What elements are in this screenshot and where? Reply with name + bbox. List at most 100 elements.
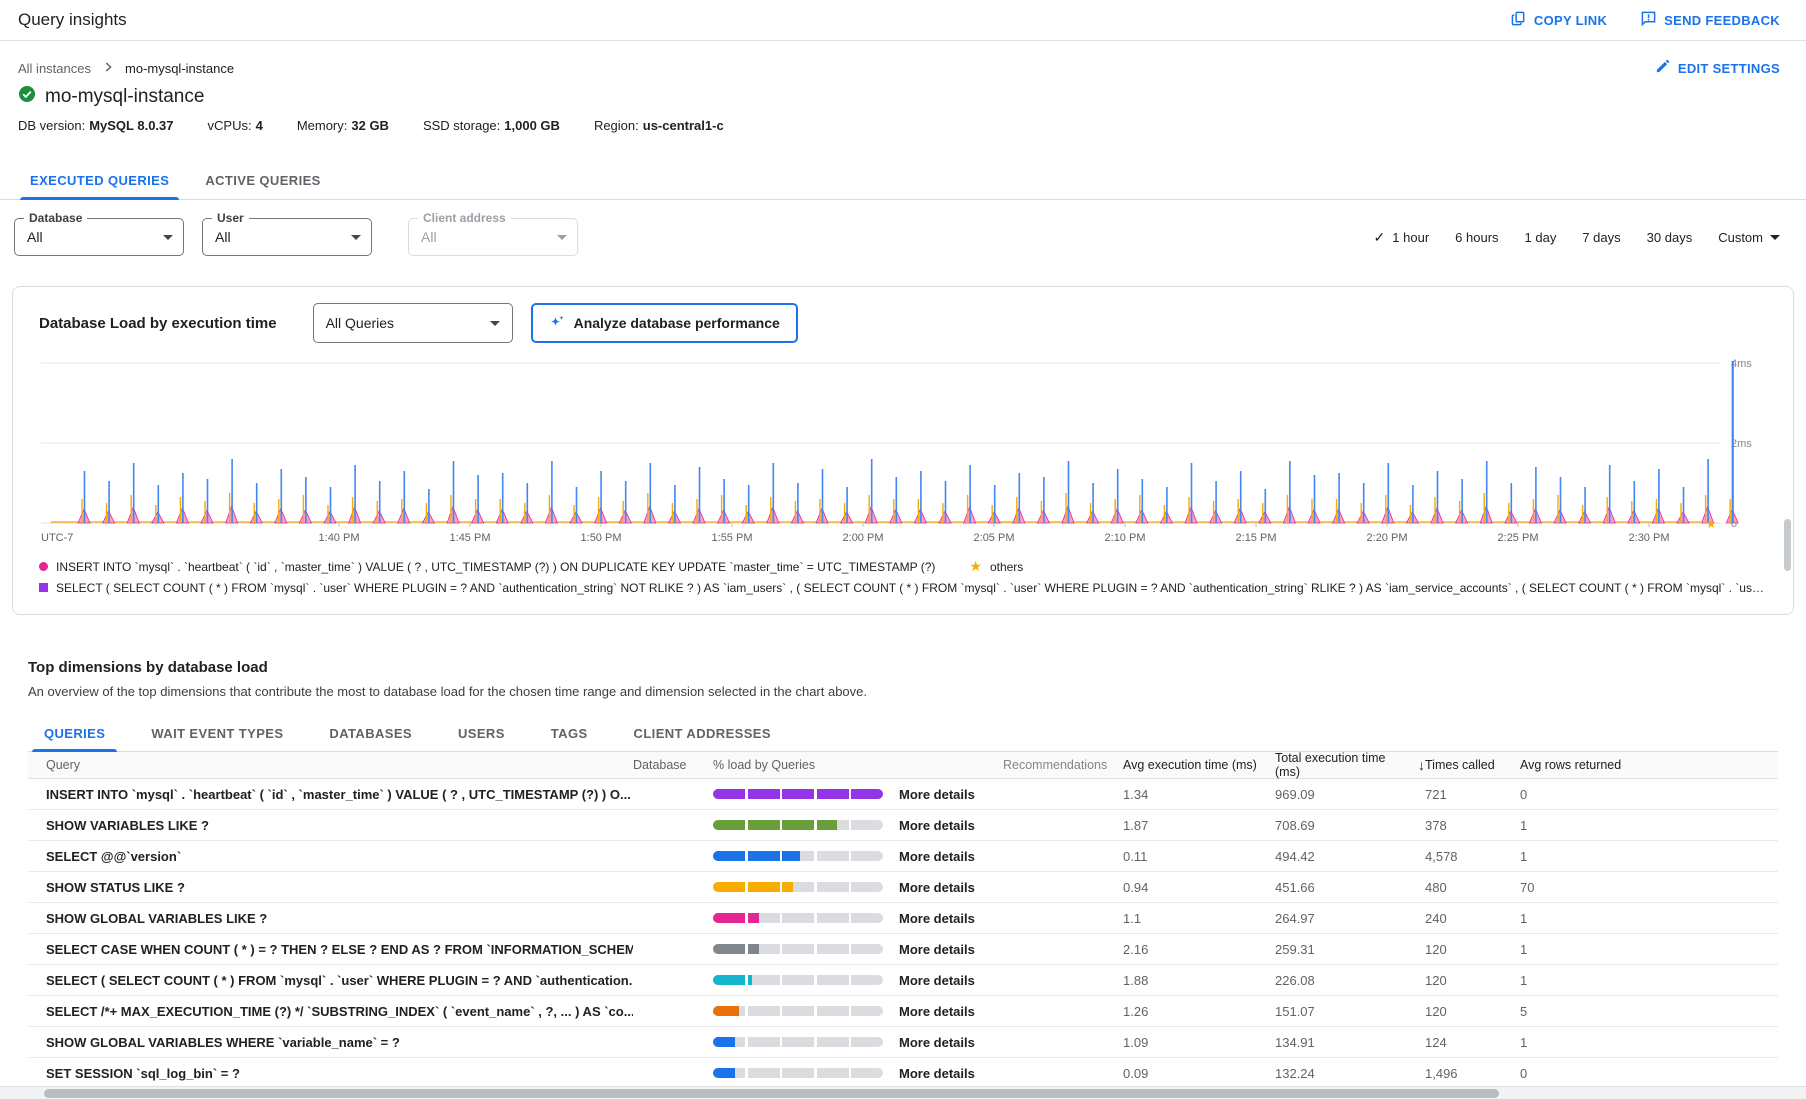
column-load[interactable]: % load by Queries [713,758,1003,772]
table-row[interactable]: INSERT INTO `mysql` . `heartbeat` ( `id`… [28,779,1778,810]
table-row[interactable]: SELECT /*+ MAX_EXECUTION_TIME (?) */ `SU… [28,996,1778,1027]
avg-execution-time-value: 0.09 [1123,1066,1275,1081]
tab-databases[interactable]: DATABASES [313,717,428,751]
query-text[interactable]: SELECT CASE WHEN COUNT ( * ) = ? THEN ? … [28,942,633,957]
table-row[interactable]: SHOW GLOBAL VARIABLES WHERE `variable_na… [28,1027,1778,1058]
more-details-link[interactable]: More details [899,849,975,864]
user-filter-select[interactable]: User All [202,218,372,256]
times-called-value: 721 [1425,787,1520,802]
query-text[interactable]: SET SESSION `sql_log_bin` = ? [28,1066,633,1081]
total-execution-time-value: 259.31 [1275,942,1425,957]
horizontal-scrollbar[interactable] [0,1086,1806,1099]
load-bar-segment [782,882,814,892]
times-called-value: 120 [1425,942,1520,957]
tab-executed-queries[interactable]: EXECUTED QUERIES [12,163,187,199]
more-details-link[interactable]: More details [899,1035,975,1050]
more-details-link[interactable]: More details [899,973,975,988]
send-feedback-label: SEND FEEDBACK [1664,13,1780,28]
query-text[interactable]: SHOW VARIABLES LIKE ? [28,818,633,833]
tab-queries[interactable]: QUERIES [28,717,121,751]
time-range-6-hours[interactable]: 6 hours [1455,230,1498,245]
more-details-link[interactable]: More details [899,787,975,802]
detail-vcpus: vCPUs:4 [208,118,263,133]
table-row[interactable]: SHOW GLOBAL VARIABLES LIKE ? More details… [28,903,1778,934]
column-avg-execution-time[interactable]: Avg execution time (ms) [1123,758,1275,772]
column-query[interactable]: Query [28,758,633,772]
query-text[interactable]: SELECT /*+ MAX_EXECUTION_TIME (?) */ `SU… [28,1004,633,1019]
load-bar-segment [748,1068,780,1078]
times-called-value: 480 [1425,880,1520,895]
time-range-1-hour[interactable]: ✓ 1 hour [1374,229,1430,246]
load-bar-segment [851,851,883,861]
tab-wait-event-types[interactable]: WAIT EVENT TYPES [135,717,299,751]
tab-users[interactable]: USERS [442,717,521,751]
column-times-called[interactable]: Times called [1425,758,1520,772]
more-details-link[interactable]: More details [899,880,975,895]
svg-text:2:30 PM: 2:30 PM [1629,532,1670,544]
load-bar-segment [782,1037,814,1047]
table-row[interactable]: SELECT ( SELECT COUNT ( * ) FROM `mysql`… [28,965,1778,996]
table-row[interactable]: SELECT @@`version`More details0.11494.42… [28,841,1778,872]
query-text[interactable]: SHOW GLOBAL VARIABLES WHERE `variable_na… [28,1035,633,1050]
more-details-link[interactable]: More details [899,942,975,957]
legend-others[interactable]: others [990,560,1023,574]
svg-text:1:55 PM: 1:55 PM [712,532,753,544]
column-database[interactable]: Database [633,758,713,772]
chevron-right-icon [101,60,115,77]
horizontal-scrollbar-thumb[interactable] [44,1089,1499,1098]
load-bar [713,1037,883,1047]
load-cell: More details [713,849,1003,864]
more-details-link[interactable]: More details [899,818,975,833]
load-bar-segment [851,820,883,830]
chevron-down-icon [557,235,567,240]
more-details-link[interactable]: More details [899,1004,975,1019]
query-text[interactable]: SHOW GLOBAL VARIABLES LIKE ? [28,911,633,926]
more-details-link[interactable]: More details [899,1066,975,1081]
database-load-chart[interactable]: 4ms2ms0UTC-71:40 PM1:45 PM1:50 PM1:55 PM… [39,351,1779,549]
top-bar: Query insights COPY LINK SEND FEEDBACK [0,0,1806,41]
table-row[interactable]: SELECT CASE WHEN COUNT ( * ) = ? THEN ? … [28,934,1778,965]
column-avg-rows-returned[interactable]: Avg rows returned [1520,758,1650,772]
time-range-1-day[interactable]: 1 day [1525,230,1557,245]
edit-settings-button[interactable]: EDIT SETTINGS [1655,59,1780,77]
load-bar-segment [817,1006,849,1016]
legend-scrollbar[interactable] [1784,519,1791,571]
query-text[interactable]: SHOW STATUS LIKE ? [28,880,633,895]
load-bar-segment [851,789,883,799]
legend-select-iam[interactable]: SELECT ( SELECT COUNT ( * ) FROM `mysql`… [56,581,1769,595]
load-bar [713,1006,883,1016]
time-range-custom[interactable]: Custom [1718,230,1780,245]
query-text[interactable]: SELECT ( SELECT COUNT ( * ) FROM `mysql`… [28,973,633,988]
dimension-tabs: QUERIES WAIT EVENT TYPES DATABASES USERS… [28,717,1778,752]
database-filter-label: Database [24,211,87,225]
load-bar-segment [851,913,883,923]
check-icon: ✓ [1374,229,1386,246]
page-title: Query insights [18,10,127,30]
load-cell: More details [713,1004,1003,1019]
load-bar-segment [817,882,849,892]
query-text[interactable]: SELECT @@`version` [28,849,633,864]
copy-link-button[interactable]: COPY LINK [1511,11,1607,29]
tab-active-queries[interactable]: ACTIVE QUERIES [187,163,338,199]
breadcrumb-all-instances[interactable]: All instances [18,61,91,76]
more-details-link[interactable]: More details [899,911,975,926]
chart-title: Database Load by execution time [39,315,277,332]
time-range-7-days[interactable]: 7 days [1582,230,1620,245]
time-range-selector: ✓ 1 hour 6 hours 1 day 7 days 30 days Cu… [1374,229,1780,246]
tab-tags[interactable]: TAGS [535,717,604,751]
table-row[interactable]: SHOW VARIABLES LIKE ?More details1.87708… [28,810,1778,841]
legend-insert-heartbeat[interactable]: INSERT INTO `mysql` . `heartbeat` ( `id`… [56,560,935,574]
table-row[interactable]: SHOW STATUS LIKE ?More details0.94451.66… [28,872,1778,903]
database-filter-select[interactable]: Database All [14,218,184,256]
column-total-execution-time[interactable]: Total execution time (ms)↓ [1275,751,1425,779]
chevron-down-icon [490,321,500,326]
time-range-30-days[interactable]: 30 days [1647,230,1693,245]
send-feedback-button[interactable]: SEND FEEDBACK [1641,11,1780,29]
analyze-database-performance-button[interactable]: Analyze database performance [531,303,798,343]
table-row[interactable]: SET SESSION `sql_log_bin` = ? More detail… [28,1058,1778,1089]
query-filter-select[interactable]: All Queries [313,303,513,343]
tab-client-addresses[interactable]: CLIENT ADDRESSES [618,717,787,751]
load-cell: More details [713,1035,1003,1050]
column-recommendations[interactable]: Recommendations [1003,758,1123,772]
query-text[interactable]: INSERT INTO `mysql` . `heartbeat` ( `id`… [28,787,633,802]
